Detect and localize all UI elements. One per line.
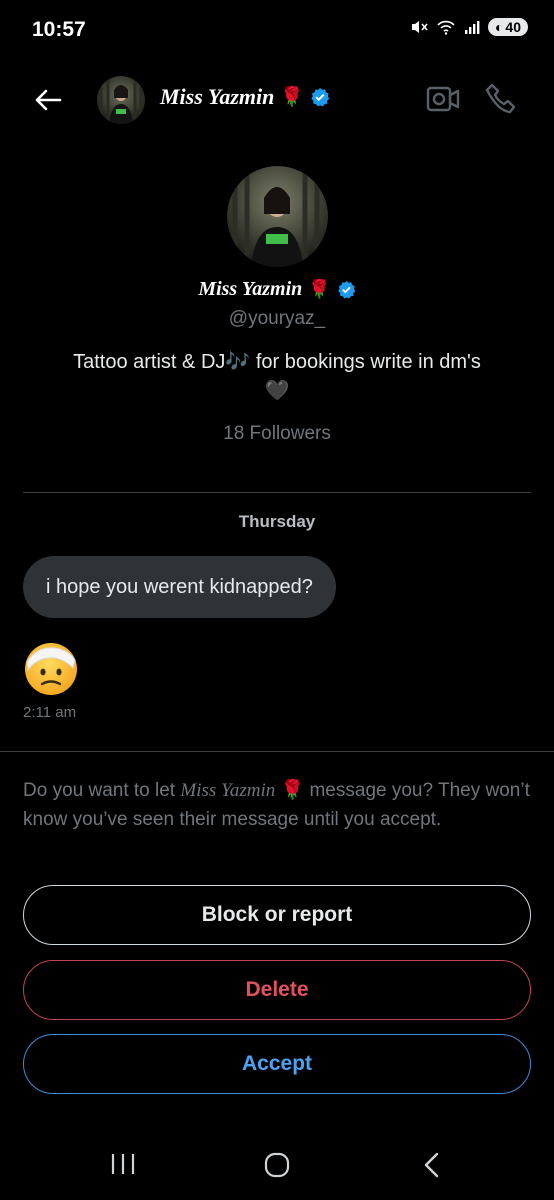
profile-handle: @youryaz_ <box>228 308 326 329</box>
block-or-report-button[interactable]: Block or report <box>23 885 531 945</box>
profile-bio: Tattoo artist & DJ🎶 for bookings write i… <box>40 348 514 406</box>
voice-call-button[interactable] <box>484 82 518 116</box>
message-text: i hope you werent kidnapped? <box>46 575 313 598</box>
profile-name-text: Miss Yazmin <box>198 278 303 300</box>
home-icon <box>264 1152 290 1178</box>
block-or-report-label: Block or report <box>201 903 353 926</box>
recents-icon <box>110 1152 136 1176</box>
face-with-head-bandage-icon[interactable] <box>23 640 79 696</box>
profile-avatar[interactable] <box>227 166 328 267</box>
home-button[interactable] <box>264 1152 290 1178</box>
signal-icon <box>464 19 480 35</box>
accept-button[interactable]: Accept <box>23 1034 531 1094</box>
black-heart-emoji: 🖤 <box>264 380 290 402</box>
delete-button[interactable]: Delete <box>23 960 531 1020</box>
bio-text-start: Tattoo artist & DJ <box>73 351 226 373</box>
message-request-prompt: Do you want to let Miss Yazmin 🌹 message… <box>23 776 531 834</box>
rose-emoji: 🌹 <box>280 87 305 108</box>
music-notes-emoji: 🎶 <box>225 351 251 373</box>
divider <box>0 751 554 752</box>
battery-level: 40 <box>505 19 521 35</box>
accept-label: Accept <box>241 1052 313 1075</box>
header-display-name[interactable]: Miss Yazmin 🌹 <box>160 84 330 110</box>
verified-badge-icon <box>337 280 356 299</box>
profile-display-name: Miss Yazmin 🌹 <box>0 278 554 301</box>
header-avatar[interactable] <box>97 76 145 124</box>
day-separator: Thursday <box>238 512 316 531</box>
status-time: 10:57 <box>32 18 86 41</box>
video-camera-icon <box>426 84 460 114</box>
recents-button[interactable] <box>110 1152 136 1176</box>
divider <box>23 492 531 493</box>
video-call-button[interactable] <box>426 84 460 114</box>
phone-icon <box>484 82 518 116</box>
message-bubble[interactable]: i hope you werent kidnapped? <box>23 556 336 618</box>
request-name: Miss Yazmin <box>180 780 276 801</box>
system-back-button[interactable] <box>422 1152 442 1178</box>
header-name-text: Miss Yazmin <box>160 84 275 109</box>
status-icons: ◐ 40 <box>410 18 528 36</box>
verified-badge-icon <box>310 87 330 107</box>
rose-emoji: 🌹 <box>280 780 305 801</box>
wifi-icon <box>436 19 456 35</box>
back-button[interactable] <box>30 82 66 118</box>
battery-indicator: ◐ 40 <box>487 18 528 36</box>
delete-label: Delete <box>245 978 309 1001</box>
chevron-left-icon <box>422 1152 442 1178</box>
mute-icon <box>410 19 428 35</box>
message-timestamp: 2:11 am <box>23 704 77 721</box>
battery-saver-icon: ◐ <box>494 19 504 35</box>
followers-count[interactable]: 18 Followers <box>0 423 554 445</box>
request-text-start: Do you want to let <box>23 780 181 801</box>
bio-text-end: for bookings write in dm's <box>250 351 481 373</box>
rose-emoji: 🌹 <box>308 279 331 299</box>
arrow-left-icon <box>34 88 62 112</box>
